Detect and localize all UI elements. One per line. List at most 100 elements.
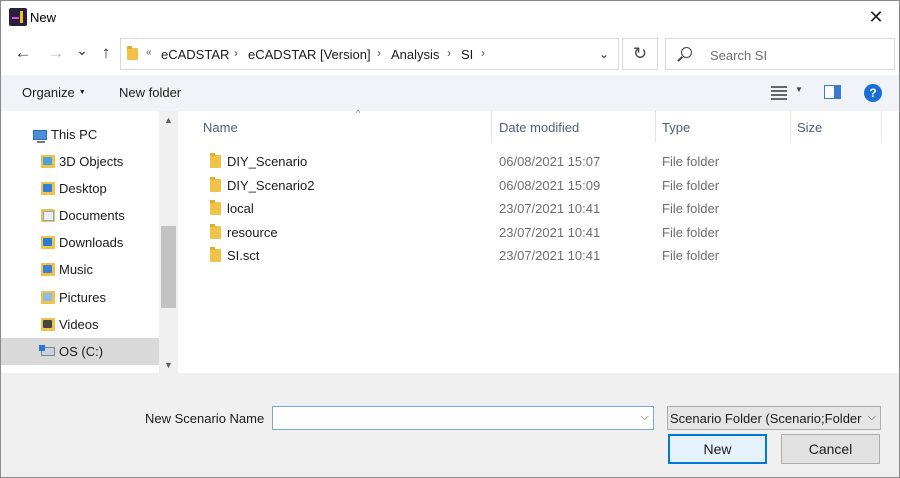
scrollbar-thumb[interactable]	[161, 226, 176, 308]
documents-folder-icon	[41, 209, 55, 222]
ecadstar-app-icon	[9, 8, 27, 26]
file-list: Name ^ Date modified Type Size DIY_Scena…	[178, 108, 899, 373]
nav-item-label: Desktop	[59, 181, 107, 196]
breadcrumb-separator-icon[interactable]: ›	[234, 46, 238, 60]
view-options-icon[interactable]	[771, 86, 787, 100]
navigation-pane: This PC 3D Objects Desktop Documents Dow…	[1, 111, 178, 373]
nav-item-label: Pictures	[59, 290, 106, 305]
desktop-folder-icon	[41, 182, 55, 195]
music-folder-icon	[41, 263, 55, 276]
file-date-modified: 23/07/2021 10:41	[499, 201, 601, 216]
new-folder-button[interactable]: New folder	[119, 85, 181, 100]
pictures-folder-icon	[41, 291, 55, 304]
search-icon	[681, 47, 692, 58]
back-arrow-icon[interactable]: ←	[12, 42, 34, 64]
nav-item-label: 3D Objects	[59, 154, 124, 169]
file-type: File folder	[662, 201, 720, 216]
breadcrumb-si[interactable]: SI	[461, 47, 473, 62]
chevron-down-icon[interactable]: ⌵	[868, 411, 876, 424]
address-bar[interactable]: « eCADSTAR › eCADSTAR [Version] › Analys…	[120, 38, 619, 70]
file-name: DIY_Scenario	[227, 154, 308, 169]
preview-pane-icon[interactable]	[824, 85, 841, 99]
nav-item-music[interactable]: Music	[1, 256, 159, 283]
new-button[interactable]: New	[668, 434, 767, 464]
nav-item-pictures[interactable]: Pictures	[1, 284, 159, 311]
search-input[interactable]	[710, 45, 890, 65]
file-date-modified: 23/07/2021 10:41	[499, 225, 601, 240]
nav-item-label: This PC	[51, 127, 98, 142]
title-bar: New ✕	[1, 1, 899, 34]
organize-label: Organize	[22, 85, 75, 100]
column-header-date-modified[interactable]: Date modified	[492, 111, 655, 143]
breadcrumb-analysis[interactable]: Analysis	[391, 47, 439, 62]
close-button[interactable]: ✕	[853, 1, 899, 34]
view-options-caret-icon[interactable]: ▼	[795, 85, 803, 94]
up-arrow-icon[interactable]: ↑	[95, 42, 117, 64]
nav-item-videos[interactable]: Videos	[1, 311, 159, 338]
file-type: File folder	[662, 225, 720, 240]
help-icon[interactable]: ?	[864, 84, 882, 102]
nav-item-label: Documents	[59, 208, 125, 223]
breadcrumb-separator-icon[interactable]: ›	[481, 46, 485, 60]
scroll-down-chevron-icon[interactable]: ▼	[159, 356, 178, 373]
folder-icon	[210, 200, 221, 215]
nav-item-3d-objects[interactable]: 3D Objects	[1, 148, 159, 175]
new-dialog-window: New ✕ ← → ⌄ ↑ « eCADSTAR › eCADSTAR [Ver…	[0, 0, 900, 478]
organize-caret-icon: ▼	[78, 89, 86, 96]
scenario-name-combobox[interactable]: ⌵	[272, 406, 654, 430]
column-header-label: Size	[797, 119, 823, 135]
column-header-type[interactable]: Type	[655, 111, 790, 143]
recent-locations-chevron-icon[interactable]: ⌄	[71, 39, 93, 61]
breadcrumb-ecadstar[interactable]: eCADSTAR	[161, 47, 229, 62]
nav-item-label: OS (C:)	[59, 344, 104, 359]
file-row[interactable]: DIY_Scenario 06/08/2021 15:07 File folde…	[196, 150, 876, 173]
file-name: DIY_Scenario2	[227, 178, 315, 193]
nav-item-this-pc[interactable]: This PC	[1, 121, 159, 148]
organize-button[interactable]: Organize ▼	[22, 85, 86, 100]
file-row[interactable]: SI.sct 23/07/2021 10:41 File folder	[196, 244, 876, 267]
address-overflow-icon[interactable]: «	[146, 47, 152, 58]
column-header-name[interactable]: Name ^	[196, 108, 492, 143]
dialog-footer: New Scenario Name ⌵ Scenario Folder (Sce…	[1, 373, 899, 477]
folder-icon	[210, 153, 221, 168]
file-row[interactable]: DIY_Scenario2 06/08/2021 15:09 File fold…	[196, 174, 876, 197]
file-type-filter-select[interactable]: Scenario Folder (Scenario;Folder ⌵	[667, 406, 881, 430]
drive-icon	[39, 345, 55, 356]
file-date-modified: 06/08/2021 15:09	[499, 178, 601, 193]
file-date-modified: 23/07/2021 10:41	[499, 248, 601, 263]
address-dropdown-chevron-icon[interactable]: ⌄	[590, 39, 618, 69]
cancel-button[interactable]: Cancel	[781, 434, 880, 464]
nav-item-label: Videos	[59, 317, 99, 332]
window-title: New	[30, 10, 57, 25]
scroll-up-chevron-icon[interactable]: ▲	[159, 111, 178, 128]
navigation-pane-scrollbar[interactable]: ▲ ▼	[159, 111, 178, 373]
breadcrumb-separator-icon[interactable]: ›	[377, 46, 381, 60]
column-header-label: Name	[203, 119, 238, 135]
forward-arrow-icon[interactable]: →	[45, 42, 67, 64]
column-header-label: Type	[662, 119, 691, 135]
search-box[interactable]	[665, 38, 895, 70]
folder-icon	[127, 46, 138, 60]
scenario-name-label: New Scenario Name	[145, 411, 265, 426]
chevron-down-icon[interactable]: ⌵	[641, 411, 649, 424]
column-divider[interactable]	[881, 111, 882, 143]
file-type: File folder	[662, 248, 720, 263]
column-header-size[interactable]: Size	[790, 111, 882, 143]
file-row[interactable]: resource 23/07/2021 10:41 File folder	[196, 221, 876, 244]
nav-item-downloads[interactable]: Downloads	[1, 229, 159, 256]
nav-item-label: Downloads	[59, 235, 124, 250]
file-name: SI.sct	[227, 248, 260, 263]
file-row[interactable]: local 23/07/2021 10:41 File folder	[196, 197, 876, 220]
breadcrumb-separator-icon[interactable]: ›	[447, 46, 451, 60]
nav-item-documents[interactable]: Documents	[1, 202, 159, 229]
file-type: File folder	[662, 154, 720, 169]
scenario-name-input[interactable]	[277, 410, 627, 426]
nav-item-desktop[interactable]: Desktop	[1, 175, 159, 202]
column-header-label: Date modified	[499, 119, 580, 135]
file-type-filter-value: Scenario Folder (Scenario;Folder	[670, 411, 862, 426]
nav-item-os-c-drive[interactable]: OS (C:)	[1, 338, 159, 365]
breadcrumb-ecadstar-version[interactable]: eCADSTAR [Version]	[248, 47, 371, 62]
file-name: local	[227, 201, 254, 216]
address-row: ← → ⌄ ↑ « eCADSTAR › eCADSTAR [Version] …	[1, 34, 899, 74]
refresh-icon[interactable]: ↻	[622, 38, 658, 70]
